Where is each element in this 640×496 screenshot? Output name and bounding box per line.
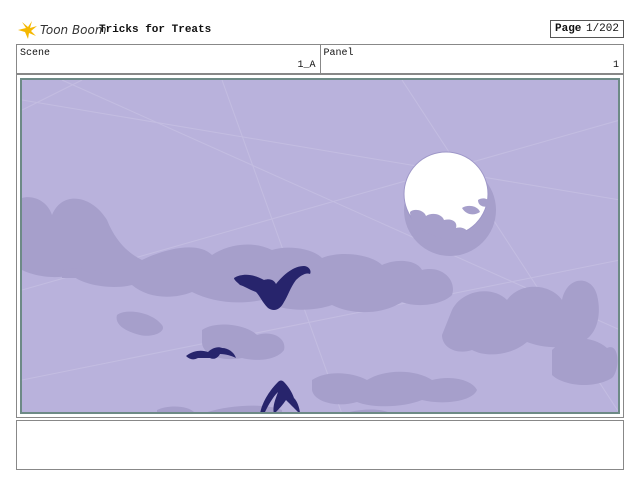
page-value: 1/202 (585, 23, 619, 35)
scene-label: Scene (20, 48, 51, 59)
scene-cell: Scene 1_A (17, 45, 320, 73)
storyboard-title: Tricks for Treats (99, 24, 212, 36)
night-sky-illustration (22, 80, 618, 412)
logo-text: Toon Boom (40, 23, 107, 37)
storyboard-panel[interactable] (16, 74, 624, 418)
page-indicator: Page 1/202 (550, 20, 624, 38)
panel-value: 1 (612, 60, 619, 71)
toon-boom-logo: Toon Boom (16, 20, 107, 40)
panel-label: Panel (323, 48, 354, 59)
scene-value: 1_A (297, 60, 316, 71)
page-label: Page (555, 23, 582, 35)
starburst-logo-icon (18, 21, 37, 39)
scene-panel-info: Scene 1_A Panel 1 (16, 44, 624, 74)
header: Toon Boom Tricks for Treats Page 1/202 (16, 18, 624, 42)
panel-image (20, 78, 620, 414)
panel-notes-area[interactable] (16, 420, 624, 470)
panel-cell: Panel 1 (319, 45, 624, 73)
